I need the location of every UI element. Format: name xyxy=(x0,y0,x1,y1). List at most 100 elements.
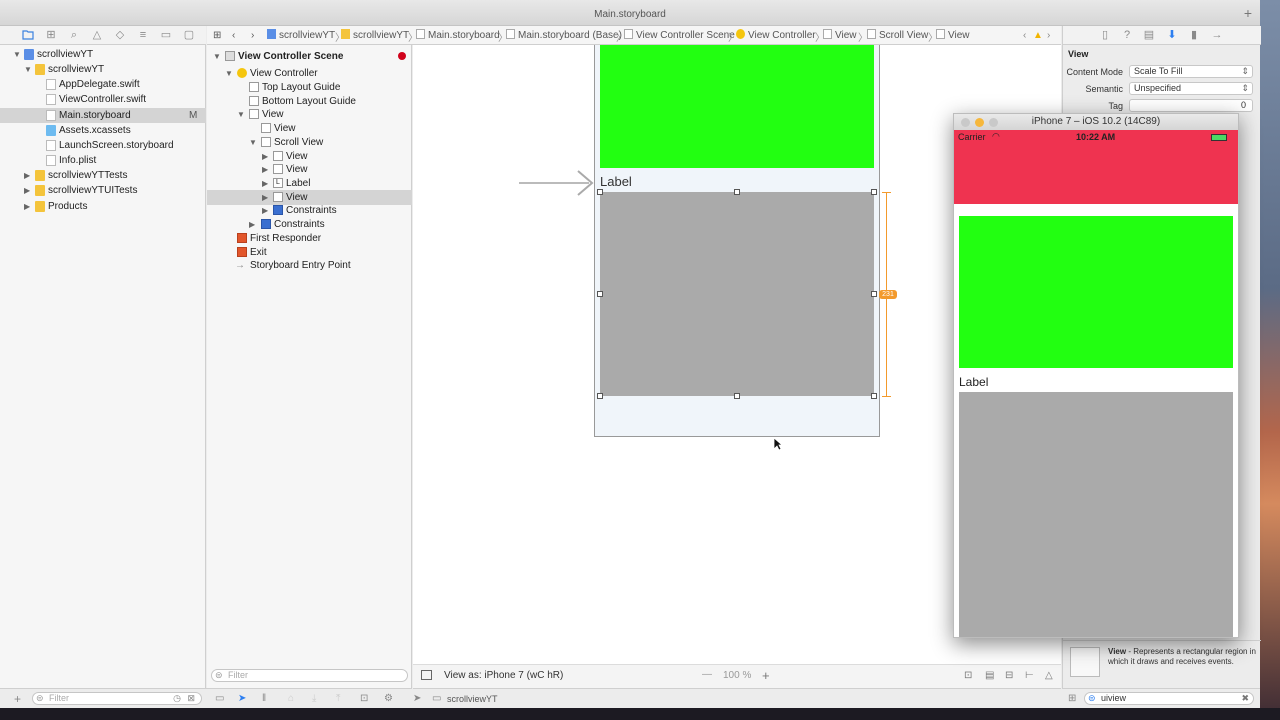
resize-handle[interactable] xyxy=(871,189,877,195)
identity-inspector-icon[interactable]: ▤ xyxy=(1143,29,1155,41)
related-items-icon[interactable]: ⊞ xyxy=(213,29,221,42)
debug-area-icon[interactable]: ▭ xyxy=(215,693,224,704)
file-inspector-icon[interactable]: ▯ xyxy=(1099,29,1111,41)
recent-files-icon[interactable]: ◷ xyxy=(173,693,181,704)
tree-item[interactable]: LaunchScreen.storyboard xyxy=(0,138,206,153)
new-tab-button[interactable]: + xyxy=(1240,6,1256,22)
tree-item[interactable]: Assets.xcassets xyxy=(0,123,206,138)
stack-icon[interactable]: ▤ xyxy=(985,670,994,681)
uiview-library-icon[interactable] xyxy=(1070,647,1100,677)
zoom-level[interactable]: 100 % xyxy=(723,670,751,681)
outline-item[interactable]: ▼ View Controller xyxy=(207,66,412,81)
outline-toggle-icon[interactable] xyxy=(421,670,432,680)
search-icon[interactable]: ⌕ xyxy=(68,29,80,41)
tree-item[interactable]: ▼ scrollviewYT xyxy=(0,47,206,62)
report-icon[interactable]: ▢ xyxy=(183,29,195,41)
warning-icon[interactable]: ▲ xyxy=(1033,29,1043,42)
jump-crumb-group[interactable]: scrollviewYT xyxy=(341,29,409,42)
forward-arrow-icon[interactable]: › xyxy=(251,29,254,42)
jump-crumb-localization[interactable]: Main.storyboard (Base) xyxy=(506,29,622,42)
view-as-device-button[interactable]: View as: iPhone 7 (wC hR) xyxy=(444,670,563,681)
memory-graph-icon[interactable]: ⚙ xyxy=(384,693,393,704)
step-out-icon[interactable]: ⤒ xyxy=(336,693,340,704)
tree-item[interactable]: Info.plist xyxy=(0,153,206,168)
outline-scene[interactable]: ▼ View Controller Scene xyxy=(207,49,412,64)
jump-crumb-file[interactable]: Main.storyboard xyxy=(416,29,500,42)
warning-icon[interactable]: △ xyxy=(91,29,103,41)
outline-item[interactable]: First Responder xyxy=(207,231,412,246)
align-icon[interactable]: ⊟ xyxy=(1005,670,1013,681)
breakpoint-icon[interactable]: ▭ xyxy=(160,29,172,41)
attributes-inspector-icon[interactable]: ⬇ xyxy=(1166,29,1178,41)
step-over-icon[interactable]: ⌂ xyxy=(288,693,294,704)
jump-crumb-scrollview[interactable]: Scroll View xyxy=(867,29,928,42)
test-icon[interactable]: ◇ xyxy=(114,29,126,41)
tree-item[interactable]: ▶ scrollviewYTUITests xyxy=(0,183,206,198)
resize-handle[interactable] xyxy=(597,393,603,399)
debug-icon[interactable]: ≡ xyxy=(137,29,149,41)
size-inspector-icon[interactable]: ▮ xyxy=(1188,29,1200,41)
tree-item[interactable]: AppDelegate.swift xyxy=(0,77,206,92)
outline-filter-field[interactable]: ⊜ Filter xyxy=(211,669,408,682)
outline-item[interactable]: ▶ View xyxy=(207,162,412,177)
navigator-filter-field[interactable]: ⊜ Filter ◷ ⊠ xyxy=(32,692,202,705)
scm-filter-icon[interactable]: ⊠ xyxy=(187,693,195,704)
pause-icon[interactable]: ‖ xyxy=(262,693,266,704)
help-inspector-icon[interactable]: ? xyxy=(1121,29,1133,41)
tree-item[interactable]: ▼ scrollviewYT xyxy=(0,62,206,77)
next-issue-icon[interactable]: › xyxy=(1047,29,1050,42)
zoom-button[interactable] xyxy=(989,118,998,127)
jump-crumb-selected-view[interactable]: View xyxy=(936,29,970,42)
zoom-out-button[interactable]: — xyxy=(702,669,712,680)
hierarchy-icon[interactable]: ⊞ xyxy=(45,29,57,41)
tag-field[interactable]: 0 xyxy=(1129,99,1253,112)
outline-item[interactable]: ▼ View xyxy=(207,107,412,122)
update-frames-icon[interactable]: ⊡ xyxy=(964,670,972,681)
jump-crumb-scene[interactable]: View Controller Scene xyxy=(624,29,735,42)
outline-item[interactable]: Top Layout Guide xyxy=(207,80,412,95)
clear-search-icon[interactable]: ✖ xyxy=(1241,693,1249,704)
library-search-field[interactable]: ⊜ uiview ✖ xyxy=(1084,692,1254,705)
add-icon[interactable]: + xyxy=(14,692,21,706)
connections-inspector-icon[interactable]: → xyxy=(1211,29,1223,41)
prev-issue-icon[interactable]: ‹ xyxy=(1023,29,1026,42)
resize-handle[interactable] xyxy=(871,291,877,297)
zoom-in-button[interactable]: + xyxy=(762,668,770,683)
location-icon[interactable]: ➤ xyxy=(413,693,421,704)
outline-item[interactable]: ▶ Constraints xyxy=(207,203,412,218)
resize-handle[interactable] xyxy=(734,189,740,195)
gray-view-selected[interactable] xyxy=(600,192,874,396)
close-button[interactable] xyxy=(961,118,970,127)
breakpoints-toggle-icon[interactable]: ➤ xyxy=(238,693,246,704)
ios-simulator-window[interactable]: iPhone 7 – iOS 10.2 (14C89) Carrier ◠ 10… xyxy=(953,113,1239,638)
resize-handle[interactable] xyxy=(734,393,740,399)
tree-item[interactable]: ▶ Products xyxy=(0,199,206,214)
outline-item[interactable]: ▶ Constraints xyxy=(207,217,412,232)
back-arrow-icon[interactable]: ‹ xyxy=(232,29,235,42)
tree-item[interactable]: ▶ scrollviewYTTests xyxy=(0,168,206,183)
grid-view-icon[interactable]: ⊞ xyxy=(1068,693,1076,704)
folder-icon[interactable] xyxy=(22,29,34,41)
scheme-name[interactable]: scrollviewYT xyxy=(447,694,498,704)
tree-item[interactable]: Main.storyboard M xyxy=(0,108,206,123)
pin-icon[interactable]: ⊢ xyxy=(1025,670,1034,681)
resize-handle[interactable] xyxy=(871,393,877,399)
jump-crumb-project[interactable]: scrollviewYT xyxy=(267,29,335,42)
jump-crumb-view[interactable]: View xyxy=(823,29,857,42)
constraint-badge[interactable]: 231 xyxy=(879,290,897,299)
outline-item[interactable]: ▶ L Label xyxy=(207,176,412,191)
semantic-popup[interactable]: Unspecified ⇕ xyxy=(1129,82,1253,95)
jump-crumb-controller[interactable]: View Controller xyxy=(736,29,816,42)
outline-item[interactable]: → Storyboard Entry Point xyxy=(207,258,412,273)
view-debugger-icon[interactable]: ⊡ xyxy=(360,693,368,704)
tree-item[interactable]: ViewController.swift xyxy=(0,92,206,107)
resize-handle[interactable] xyxy=(597,291,603,297)
minimize-button[interactable] xyxy=(975,118,984,127)
resolve-issues-icon[interactable]: △ xyxy=(1045,670,1053,681)
resize-handle[interactable] xyxy=(597,189,603,195)
outline-item[interactable]: ▼ Scroll View xyxy=(207,135,412,150)
green-view[interactable] xyxy=(600,45,874,168)
canvas-label[interactable]: Label xyxy=(600,174,632,189)
step-in-icon[interactable]: ⤓ xyxy=(312,693,316,704)
outline-item[interactable]: View xyxy=(207,121,412,136)
